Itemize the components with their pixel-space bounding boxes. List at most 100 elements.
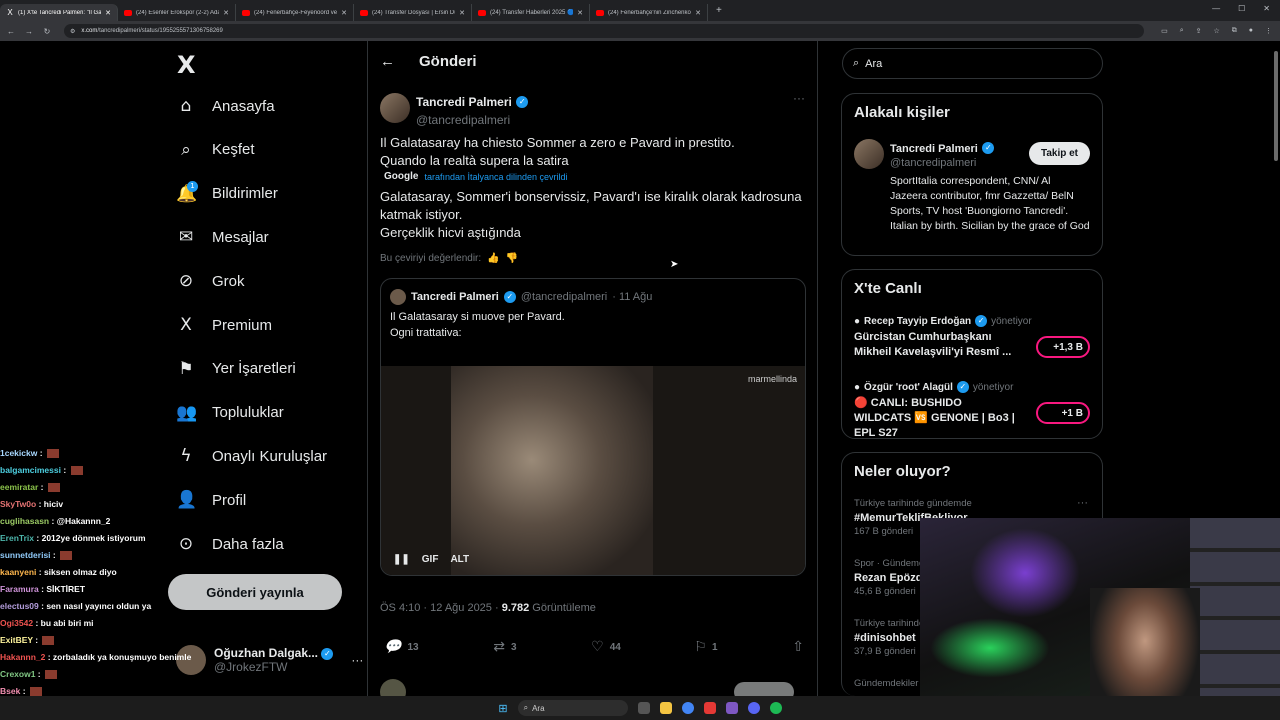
relevant-user[interactable]: Tancredi Palmeri ✓ @tancredipalmeri <box>854 139 995 169</box>
x-logo[interactable]: X <box>177 51 196 79</box>
alt-badge[interactable]: ALT <box>450 554 469 565</box>
close-tab-icon[interactable]: ✕ <box>577 9 583 17</box>
nav-item-messages[interactable]: ✉ Mesajlar <box>176 227 269 247</box>
pause-icon[interactable]: ❚❚ <box>393 554 410 565</box>
back-arrow-icon[interactable]: ← <box>380 53 395 70</box>
cast-icon[interactable]: ▭ <box>1161 27 1168 35</box>
menu-icon[interactable]: ⋮ <box>1265 27 1272 35</box>
chat-user[interactable]: balgamcimessi <box>0 465 61 475</box>
nav-item-home[interactable]: ⌂ Anasayfa <box>176 96 275 116</box>
forward-icon[interactable]: → <box>22 27 36 36</box>
browser-tab[interactable]: (24) Fenerbahçe-Feyenoord ve ✕ <box>236 4 354 21</box>
nav-item-communities[interactable]: 👥 Topluluklar <box>176 403 284 423</box>
divider <box>817 41 818 696</box>
more-options-icon[interactable]: ··· <box>793 91 805 105</box>
chat-user[interactable]: Crexow1 <box>0 669 35 679</box>
profile-icon[interactable]: ● <box>1249 27 1253 35</box>
chat-user[interactable]: sunnetderisi <box>0 550 51 560</box>
taskbar-search[interactable]: ⌕ Ara <box>517 700 628 716</box>
chat-user[interactable]: eemiratar <box>0 482 38 492</box>
gif-image <box>451 366 653 575</box>
chrome-icon[interactable] <box>681 702 694 714</box>
chat-user[interactable]: Ogi3542 <box>0 618 33 628</box>
discord-icon[interactable] <box>747 702 760 714</box>
follow-button[interactable]: Takip et <box>1028 142 1090 165</box>
browser-tab[interactable]: (24) Fenerbahçe'nin Zinchenko ✕ <box>590 4 708 21</box>
live-title: 🔴 CANLI: BUSHIDO WILDCATS 🆚 GENONE | Bo3… <box>854 397 1015 439</box>
chat-user[interactable]: Bsek <box>0 686 20 696</box>
task-view-icon[interactable] <box>637 702 650 714</box>
bookmark-button[interactable]: ⚐ 1 <box>696 639 718 655</box>
nav-item-grok[interactable]: ⊘ Grok <box>176 271 245 291</box>
trend-more-icon[interactable]: ··· <box>1077 497 1088 509</box>
app-icon[interactable] <box>703 702 716 714</box>
reply-button[interactable]: 💬 13 <box>384 639 419 655</box>
like-button[interactable]: ♡ 44 <box>591 639 621 655</box>
listener-count-pill[interactable]: +1 B <box>1036 402 1090 424</box>
site-info-icon[interactable]: ⚙ <box>70 28 75 35</box>
star-icon[interactable]: ☆ <box>1213 27 1219 35</box>
app-icon[interactable] <box>725 702 738 714</box>
thumbs-down-icon[interactable]: 👎 <box>506 253 518 264</box>
maximize-icon[interactable]: ☐ <box>1238 4 1245 13</box>
avatar[interactable] <box>380 93 410 123</box>
author-name[interactable]: Tancredi Palmeri <box>416 95 512 109</box>
chat-message: balgamcimessi : <box>0 462 200 479</box>
scrollbar[interactable] <box>1274 51 1278 161</box>
nav-item-bookmarks[interactable]: ⚑ Yer İşaretleri <box>176 359 295 379</box>
chat-user[interactable]: ExitBEY <box>0 635 33 645</box>
back-icon[interactable]: ← <box>4 27 18 36</box>
chat-user[interactable]: kaanyeni <box>0 567 36 577</box>
close-tab-icon[interactable]: ✕ <box>459 9 465 17</box>
extensions-icon[interactable]: ⧉ <box>1232 27 1237 35</box>
translation-link[interactable]: tarafından İtalyanca dilinden çevrildi <box>424 172 567 182</box>
mouse-cursor-icon: ➤ <box>670 259 679 270</box>
nav-item-premium[interactable]: X Premium <box>176 315 272 335</box>
share-icon[interactable]: ⇪ <box>1196 27 1202 35</box>
gif-media[interactable]: marmellinda ❚❚ GIF ALT <box>381 366 805 575</box>
close-tab-icon[interactable]: ✕ <box>695 9 701 17</box>
new-tab-icon[interactable]: + <box>708 5 730 16</box>
chat-user[interactable]: ErenTrix <box>0 533 34 543</box>
search-input[interactable]: ⌕ Ara <box>842 48 1103 79</box>
chat-user[interactable]: Hakannn_2 <box>0 652 45 662</box>
chat-user[interactable]: cuglihasasn <box>0 516 49 526</box>
trend-item[interactable]: Gündemdekiler <box>854 677 918 691</box>
share-post-button[interactable]: ⇧ <box>792 639 804 655</box>
chat-user[interactable]: electus09 <box>0 601 39 611</box>
chat-user[interactable]: SkyTw0o <box>0 499 36 509</box>
quoted-post[interactable]: Tancredi Palmeri ✓ @tancredipalmeri · 11… <box>380 278 806 576</box>
spotify-icon[interactable] <box>769 702 782 714</box>
zoom-icon[interactable]: ⌕ <box>1180 27 1184 35</box>
reload-icon[interactable]: ↻ <box>40 27 54 36</box>
live-space[interactable]: ● Recep Tayyip Erdoğan ✓ yönetiyor Gürcistan… <box>854 315 1032 360</box>
chat-user[interactable]: 1cekickw <box>0 448 37 458</box>
thumbs-up-icon[interactable]: 👍 <box>487 253 499 264</box>
live-space[interactable]: ● Özgür 'root' Alagül ✓ yönetiyor 🔴 CANLI: B… <box>854 381 1019 441</box>
url-field[interactable]: ⚙ x.com/tancredipalmeri/status/195525557… <box>64 24 1144 38</box>
browser-tab[interactable]: (24) Esenler Erokspor (2-2) Ada ✕ <box>118 4 236 21</box>
windows-start-icon[interactable]: ⊞ <box>498 702 507 715</box>
file-explorer-icon[interactable] <box>659 702 672 714</box>
account-switcher[interactable]: Oğuzhan Dalgak... ✓ @JrokezFTW ··· <box>176 645 363 675</box>
browser-tab[interactable]: X (1) X'te Tancredi Palmeri: "Il Ga ✕ <box>0 4 118 21</box>
nav-item-notifications[interactable]: 🔔 1 Bildirimler <box>176 180 278 204</box>
post-author[interactable]: Tancredi Palmeri ✓ @tancredipalmeri <box>380 93 529 127</box>
chat-user[interactable]: Faramura <box>0 584 39 594</box>
close-tab-icon[interactable]: ✕ <box>341 9 347 17</box>
close-tab-icon[interactable]: ✕ <box>105 9 111 17</box>
close-tab-icon[interactable]: ✕ <box>223 9 229 17</box>
author-handle[interactable]: @tancredipalmeri <box>416 113 528 127</box>
minimize-icon[interactable]: — <box>1212 4 1220 13</box>
browser-tab[interactable]: (24) Transfer Dosyası | Ersin Dü ✕ <box>354 4 472 21</box>
browser-tab[interactable]: (24) Transfer Haberleri 2025 🔵 ✕ <box>472 4 590 21</box>
close-window-icon[interactable]: ✕ <box>1263 4 1270 13</box>
nav-item-explore[interactable]: ⌕ Keşfet <box>176 140 254 160</box>
verified-icon: ✓ <box>321 647 334 660</box>
post-time[interactable]: ÖS 4:10 · 12 Ağu 2025 · <box>380 602 499 614</box>
avatar[interactable] <box>854 139 884 169</box>
post-text: Il Galatasaray ha chiesto Sommer a zero … <box>380 134 810 170</box>
more-icon[interactable]: ··· <box>351 653 363 667</box>
repost-button[interactable]: ⇄ 3 <box>493 639 516 655</box>
listener-count-pill[interactable]: +1,3 B <box>1036 336 1090 358</box>
